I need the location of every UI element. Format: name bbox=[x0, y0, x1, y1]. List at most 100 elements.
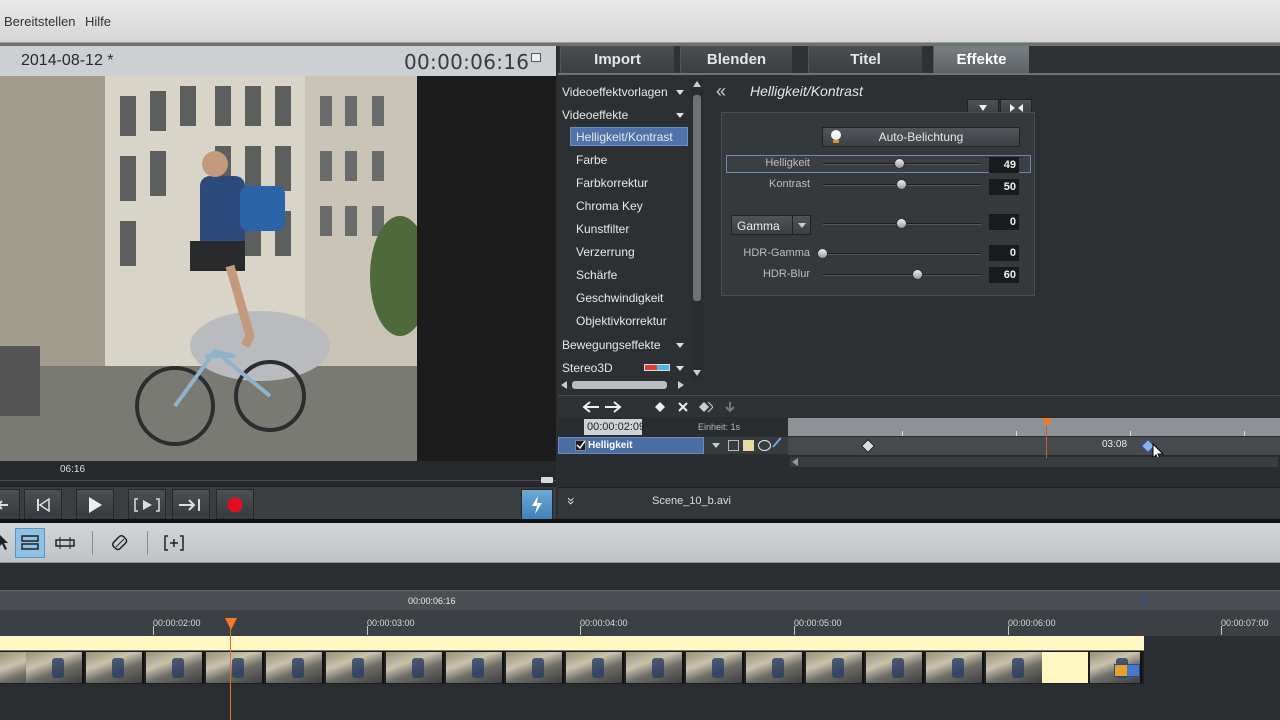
helligkeit-value[interactable]: 49 bbox=[989, 157, 1019, 173]
prev-marker-button[interactable] bbox=[0, 489, 20, 521]
tick bbox=[1221, 626, 1222, 635]
split-tool-button[interactable] bbox=[105, 528, 135, 558]
color-swatch-icon[interactable] bbox=[743, 440, 754, 451]
slider-knob[interactable] bbox=[911, 269, 923, 280]
keyframe-diamond[interactable] bbox=[860, 438, 876, 454]
lightning-icon bbox=[532, 496, 542, 514]
clip-header-bar[interactable] bbox=[0, 636, 1144, 650]
effect-item-geschwindigkeit[interactable]: Geschwindigkeit bbox=[576, 291, 663, 305]
copy-keyframe-icon[interactable] bbox=[699, 401, 713, 413]
category-hscrollbar[interactable] bbox=[560, 379, 690, 391]
add-marker-button[interactable] bbox=[159, 528, 189, 558]
effect-item-chroma-key[interactable]: Chroma Key bbox=[576, 199, 643, 213]
effect-item-helligkeit-kontrast[interactable]: Helligkeit/Kontrast bbox=[576, 130, 673, 144]
play-range-button[interactable] bbox=[128, 489, 166, 521]
hdr-blur-value[interactable]: 60 bbox=[989, 267, 1019, 283]
tab-import[interactable]: Import bbox=[560, 46, 674, 73]
scroll-left-icon[interactable] bbox=[792, 458, 798, 466]
category-vscrollbar[interactable] bbox=[691, 79, 703, 381]
track-label: Helligkeit bbox=[588, 440, 633, 451]
add-keyframe-icon[interactable] bbox=[654, 401, 666, 413]
effect-item-farbe[interactable]: Farbe bbox=[576, 153, 607, 167]
delete-keyframe-icon[interactable] bbox=[677, 401, 689, 413]
skip-back-icon bbox=[37, 498, 50, 512]
hdr-blur-slider[interactable] bbox=[823, 269, 981, 280]
chevron-double-left-icon[interactable]: « bbox=[716, 81, 726, 102]
chevron-down-icon[interactable] bbox=[712, 443, 720, 448]
next-keyframe-icon[interactable] bbox=[604, 401, 622, 413]
tab-titel[interactable]: Titel bbox=[808, 46, 922, 73]
category-stereo3d[interactable]: Stereo3D bbox=[562, 361, 613, 375]
hdr-gamma-slider[interactable] bbox=[817, 248, 981, 259]
category-videoeffektvorlagen[interactable]: Videoeffektvorlagen bbox=[562, 85, 668, 99]
record-button[interactable] bbox=[216, 489, 254, 521]
clip-thumbnail bbox=[446, 652, 504, 683]
ruler-tick bbox=[1016, 431, 1017, 436]
range-tool-button[interactable] bbox=[15, 528, 45, 558]
track-enable-checkbox[interactable] bbox=[575, 440, 586, 451]
scroll-thumb[interactable] bbox=[693, 95, 701, 301]
scroll-right-icon[interactable] bbox=[678, 381, 684, 389]
timeline-ruler[interactable]: 00:00:02:00 00:00:03:00 00:00:04:00 00:0… bbox=[0, 610, 1280, 636]
trim-tool-button[interactable] bbox=[50, 528, 80, 558]
tab-blenden[interactable]: Blenden bbox=[680, 46, 792, 73]
chevron-double-down-icon[interactable]: » bbox=[564, 497, 580, 505]
skip-end-button[interactable] bbox=[172, 489, 210, 521]
video-clip[interactable] bbox=[0, 650, 1144, 684]
category-videoeffekte[interactable]: Videoeffekte bbox=[562, 108, 628, 122]
timeline-playhead-marker[interactable] bbox=[225, 618, 237, 630]
keyframe-arrow-down-icon[interactable] bbox=[724, 401, 736, 413]
effect-item-farbkorrektur[interactable]: Farbkorrektur bbox=[576, 176, 648, 190]
slider-knob[interactable] bbox=[896, 218, 907, 229]
effect-item-kunstfilter[interactable]: Kunstfilter bbox=[576, 222, 629, 236]
tool-separator bbox=[92, 531, 93, 555]
timeline-end-marker-icon[interactable] bbox=[1140, 594, 1148, 608]
pointer-tool-icon[interactable] bbox=[0, 533, 10, 551]
scroll-left-icon[interactable] bbox=[561, 381, 567, 389]
keyframe-hscrollbar[interactable] bbox=[790, 457, 1278, 467]
curve-icon[interactable] bbox=[772, 437, 788, 453]
hdr-gamma-value[interactable]: 0 bbox=[989, 245, 1019, 261]
menu-item-bereitstellen[interactable]: Bereitstellen bbox=[4, 14, 76, 29]
keyframe-editor: 00:00:02:09 Einheit: 1s Helligkeit 03:08 bbox=[558, 417, 1280, 487]
menu-item-hilfe[interactable]: Hilfe bbox=[85, 14, 111, 29]
scrub-track bbox=[0, 480, 556, 481]
scroll-thumb[interactable] bbox=[572, 381, 667, 389]
auto-belichtung-button[interactable]: Auto-Belichtung bbox=[822, 127, 1020, 147]
maximize-icon[interactable] bbox=[531, 53, 541, 62]
slider-knob[interactable] bbox=[896, 179, 907, 190]
helligkeit-slider[interactable] bbox=[823, 158, 981, 169]
scroll-down-icon[interactable] bbox=[693, 370, 701, 376]
play-button[interactable] bbox=[76, 489, 114, 521]
keyframe-time[interactable]: 00:00:02:09 bbox=[584, 419, 645, 435]
effect-item-schaerfe[interactable]: Schärfe bbox=[576, 268, 617, 282]
scrub-handle[interactable] bbox=[541, 477, 553, 483]
gamma-value[interactable]: 0 bbox=[989, 214, 1019, 230]
scroll-up-icon[interactable] bbox=[693, 81, 701, 87]
power-mode-button[interactable] bbox=[521, 489, 553, 521]
clip-thumbnail bbox=[926, 652, 984, 683]
preview-scrubber[interactable]: 06:16 bbox=[0, 461, 556, 486]
mask-icon[interactable] bbox=[728, 440, 739, 451]
effect-item-verzerrung[interactable]: Verzerrung bbox=[576, 245, 635, 259]
tab-effekte[interactable]: Effekte bbox=[933, 46, 1029, 73]
ab-transition-icon[interactable] bbox=[1114, 664, 1140, 677]
gamma-select[interactable]: Gamma bbox=[731, 215, 811, 235]
kontrast-value[interactable]: 50 bbox=[989, 179, 1019, 195]
effect-item-objektivkorrektur[interactable]: Objektivkorrektur bbox=[576, 314, 667, 328]
skip-start-button[interactable] bbox=[24, 489, 62, 521]
clip-thumbnail bbox=[986, 652, 1044, 683]
keyframe-ruler[interactable] bbox=[788, 418, 1280, 436]
eye-icon[interactable] bbox=[758, 440, 771, 451]
keyframe-playhead-marker[interactable] bbox=[1042, 418, 1052, 427]
slider-knob[interactable] bbox=[817, 248, 828, 259]
checkmark-icon bbox=[576, 440, 586, 450]
keyframe-lane-time: 03:08 bbox=[1102, 439, 1128, 450]
keyframe-lane[interactable]: 03:08 bbox=[788, 437, 1280, 462]
kontrast-slider[interactable] bbox=[823, 179, 981, 190]
prev-keyframe-icon[interactable] bbox=[582, 401, 600, 413]
gamma-slider[interactable] bbox=[823, 218, 981, 229]
keyframe-track-helligkeit[interactable]: Helligkeit bbox=[558, 437, 704, 454]
category-bewegungseffekte[interactable]: Bewegungseffekte bbox=[562, 338, 661, 352]
clip-thumbnail bbox=[806, 652, 864, 683]
